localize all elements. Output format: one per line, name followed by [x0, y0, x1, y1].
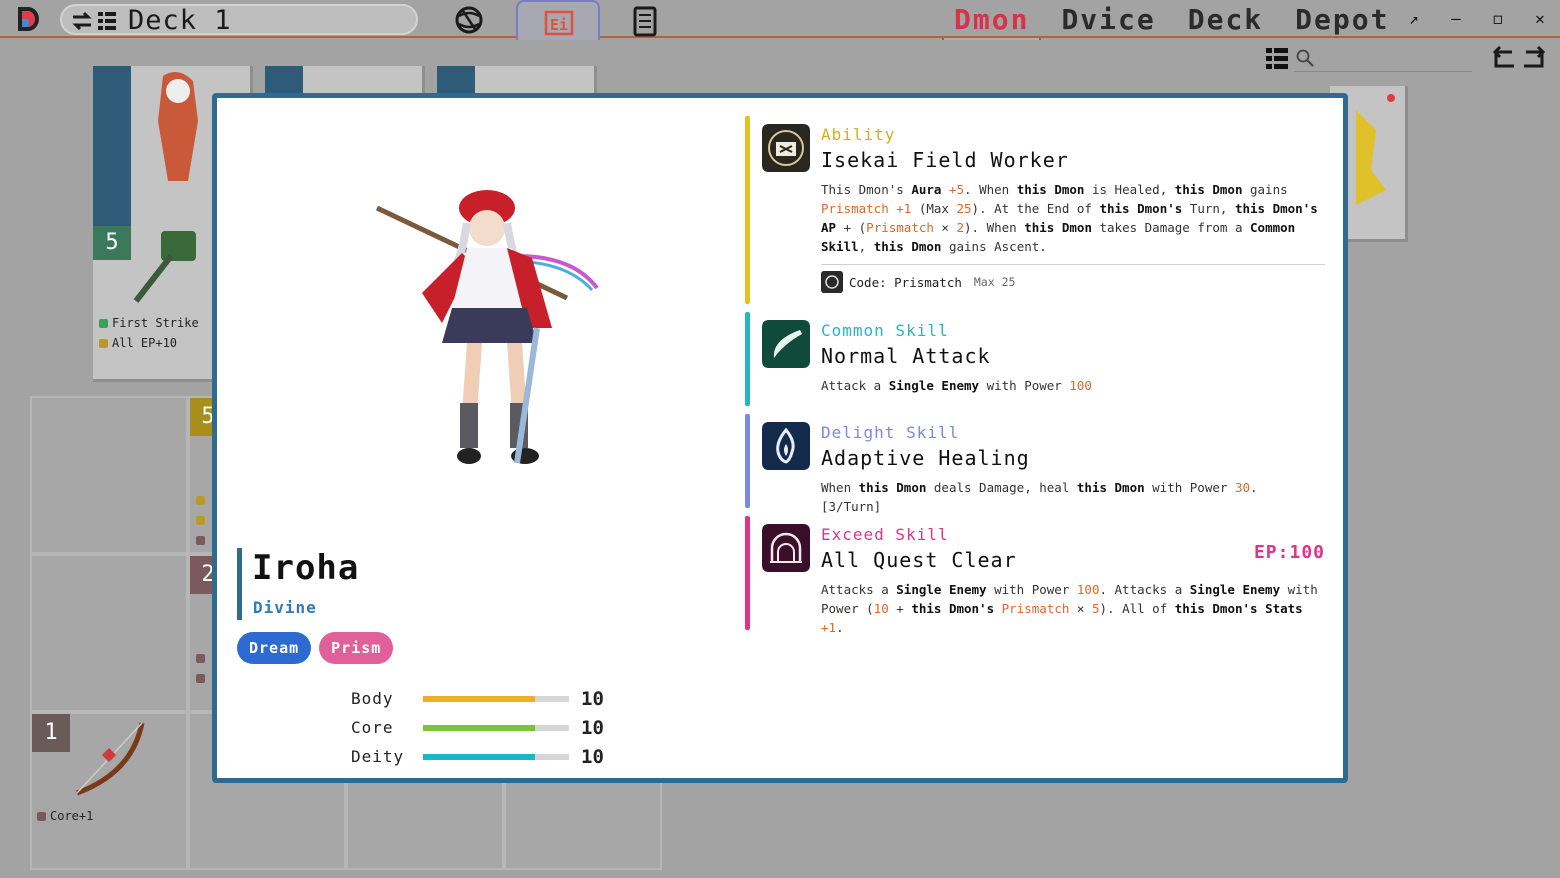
character-class: Divine	[253, 598, 317, 617]
slot-level: 1	[32, 714, 70, 752]
tag-dream[interactable]: Dream	[237, 632, 312, 664]
hammer-icon	[133, 231, 196, 303]
character-name: Iroha	[252, 548, 360, 588]
deck-slot[interactable]	[30, 554, 188, 712]
tab-deck[interactable]: Deck	[1176, 0, 1283, 40]
tab-depot[interactable]: Depot	[1283, 0, 1409, 40]
deck-slot[interactable]: 1 Core+1	[30, 712, 188, 870]
skill-description: This Dmon's Aura +5. When this Dmon is H…	[821, 182, 1318, 254]
popout-button[interactable]: ↗	[1402, 8, 1426, 30]
skill-kind: Delight Skill	[821, 423, 960, 442]
tab-editor[interactable]: Ei	[516, 0, 600, 40]
gate-icon	[762, 524, 810, 572]
ability-scroll-icon	[762, 124, 810, 172]
stat-core: Core 10	[351, 716, 604, 739]
skill-description: When this Dmon deals Damage, heal this D…	[821, 480, 1258, 514]
main-tabs: Dmon Dvice Deck Depot	[942, 0, 1409, 40]
bow-icon	[76, 722, 145, 796]
app-logo-icon	[18, 7, 39, 31]
deck-selector[interactable]: Deck 1	[60, 4, 418, 36]
skill-kind: Ability	[821, 125, 896, 144]
skill-description: Attacks a Single Enemy with Power 100. A…	[821, 582, 1318, 635]
stat-value: 10	[581, 745, 604, 768]
card-art-icon	[158, 72, 198, 181]
editor-icon: Ei	[544, 10, 574, 36]
stat-bar	[423, 753, 569, 760]
exceed-skill-section: Exceed Skill EP:100 All Quest Clear Atta…	[745, 516, 1325, 635]
maximize-button[interactable]: ◻	[1486, 8, 1510, 30]
name-accent-bar	[237, 548, 242, 620]
flame-icon	[762, 422, 810, 470]
skill-kind: Common Skill	[821, 321, 949, 340]
skill-name: Isekai Field Worker	[821, 148, 1069, 172]
tab-dmon[interactable]: Dmon	[942, 0, 1049, 40]
top-bar: Deck 1 Ei Dmon Dvice Deck Depot ↗ – ◻ ✕	[0, 0, 1560, 40]
stat-value: 10	[581, 687, 604, 710]
stat-list: Body 10 Core 10 Deity 10	[317, 684, 604, 771]
skill-name: All Quest Clear	[821, 548, 1017, 572]
skill-list: Ability Isekai Field Worker This Dmon's …	[745, 116, 1325, 635]
dmon-detail-modal: Iroha Divine Dream Prism Body 10 Core 10…	[212, 93, 1348, 783]
skill-name: Adaptive Healing	[821, 446, 1030, 470]
stat-bar	[423, 724, 569, 731]
stat-deity: Deity 10	[351, 745, 604, 768]
ep-cost: EP:100	[1253, 542, 1325, 563]
swap-deck-icon[interactable]	[70, 10, 94, 32]
stat-body: Body 10	[351, 687, 604, 710]
ability-section: Ability Isekai Field Worker This Dmon's …	[745, 116, 1325, 304]
book-icon[interactable]	[630, 6, 662, 38]
globe-icon[interactable]	[453, 4, 485, 36]
delight-skill-section: Delight Skill Adaptive Healing When this…	[745, 414, 1325, 514]
search-input[interactable]	[1294, 46, 1472, 72]
code-row: Code: Prismatch Max 25	[821, 264, 1325, 293]
card-tag: First Strike	[99, 316, 199, 330]
skill-name: Normal Attack	[821, 344, 991, 368]
minimize-button[interactable]: –	[1444, 8, 1468, 30]
character-tags: Dream Prism	[237, 632, 394, 664]
skill-description: Attack a Single Enemy with Power 100	[821, 378, 1092, 393]
undo-redo-icon[interactable]	[1490, 44, 1548, 72]
svg-text:Ei: Ei	[550, 16, 568, 34]
character-portrait	[375, 190, 599, 464]
card-tag: Core+1	[37, 809, 93, 823]
tag-prism[interactable]: Prism	[319, 632, 394, 664]
skill-kind: Exceed Skill	[821, 525, 949, 544]
slash-icon	[762, 320, 810, 368]
common-skill-section: Common Skill Normal Attack Attack a Sing…	[745, 312, 1325, 406]
close-button[interactable]: ✕	[1528, 8, 1552, 30]
deck-list-icon[interactable]	[98, 11, 116, 31]
stat-bar	[423, 695, 569, 702]
card-tag: All EP+10	[99, 336, 177, 350]
tab-dvice[interactable]: Dvice	[1049, 0, 1175, 40]
card-level: 5	[93, 226, 131, 260]
search-icon	[1296, 49, 1314, 67]
code-icon	[821, 271, 843, 293]
stat-value: 10	[581, 716, 604, 739]
deck-title: Deck 1	[128, 5, 232, 36]
deck-slot[interactable]	[30, 396, 188, 554]
list-view-icon[interactable]	[1266, 47, 1288, 69]
